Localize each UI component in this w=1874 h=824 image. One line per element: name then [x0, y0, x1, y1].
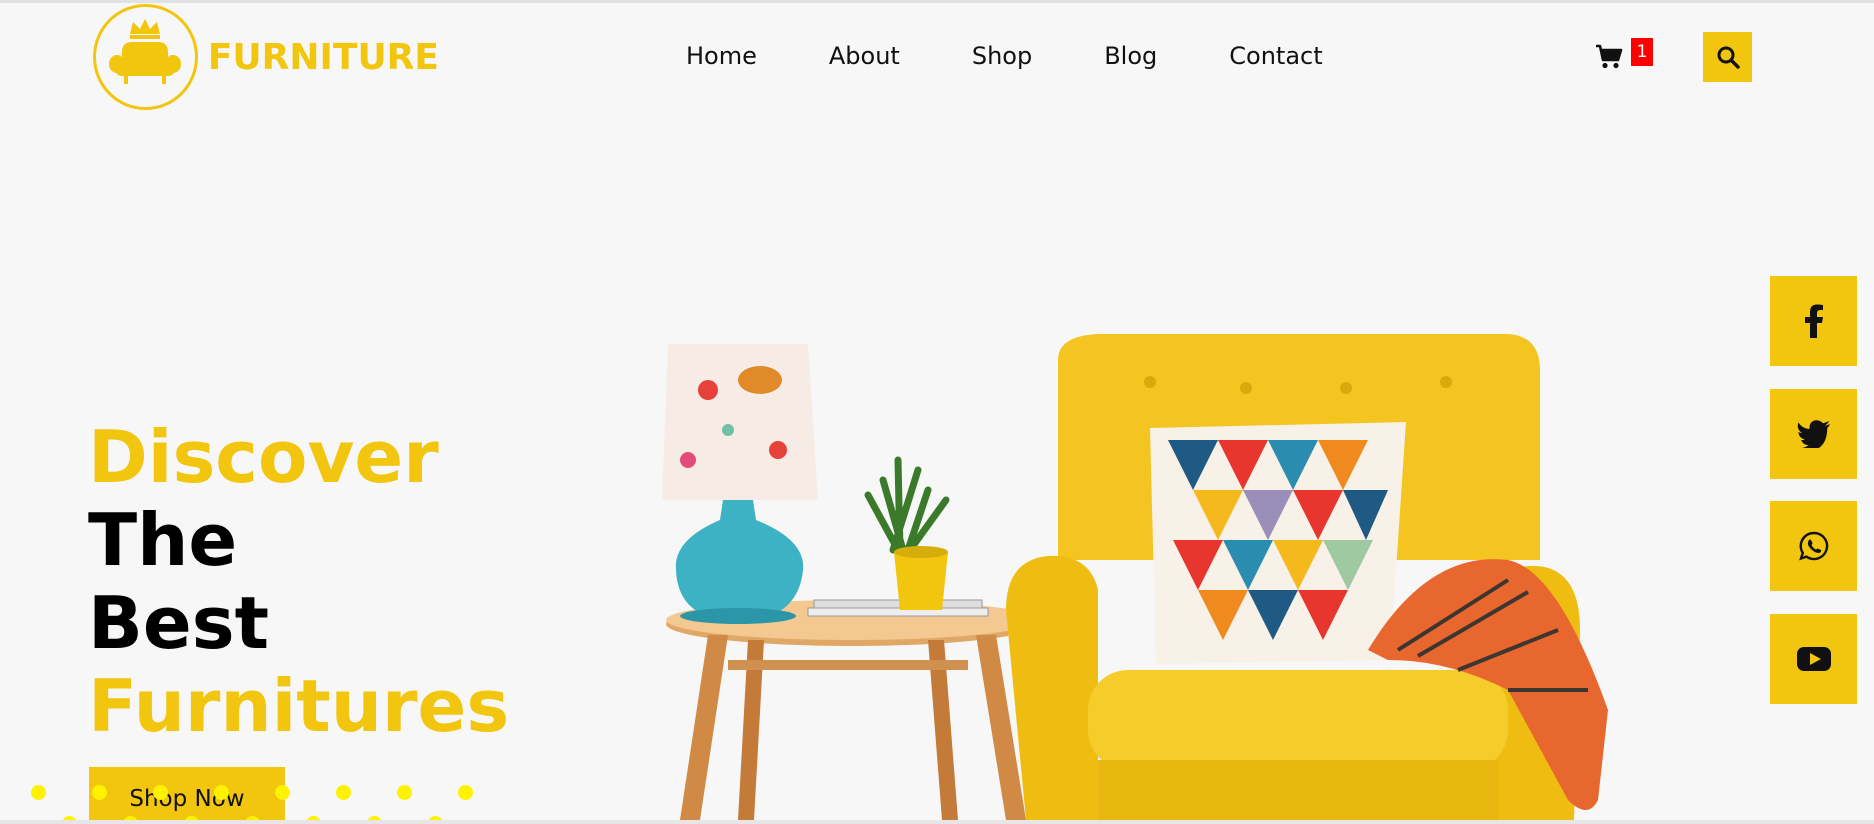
hero-heading: Discover The Best Furnitures [88, 416, 509, 748]
nav-about[interactable]: About [829, 42, 900, 70]
whatsapp-icon [1798, 531, 1828, 561]
facebook-button[interactable] [1770, 276, 1857, 366]
brand-name: FURNITURE [207, 36, 439, 78]
main-nav: Home About Shop Blog Contact [686, 38, 1323, 74]
hero-line-discover: Discover [88, 415, 439, 499]
nav-contact[interactable]: Contact [1229, 42, 1322, 70]
search-button[interactable] [1703, 32, 1752, 82]
bottom-border [0, 820, 1874, 824]
nav-home[interactable]: Home [686, 42, 757, 70]
twitter-button[interactable] [1770, 389, 1857, 479]
facebook-icon [1804, 304, 1823, 338]
hero-line-the: The [88, 498, 238, 582]
potted-plant-illustration [864, 456, 950, 610]
table-lamp-illustration [662, 344, 818, 624]
hero-furniture-image [662, 334, 1608, 820]
cart-button[interactable]: 1 [1595, 38, 1659, 74]
nav-shop[interactable]: Shop [972, 42, 1032, 70]
youtube-button[interactable] [1770, 614, 1857, 704]
armchair-crown-icon [93, 4, 198, 110]
side-table-illustration [666, 600, 1038, 820]
site-logo[interactable]: FURNITURE [93, 3, 439, 111]
hero-line-best: Best [88, 581, 269, 665]
cart-icon [1596, 44, 1623, 69]
hero-line-furnitures: Furnitures [88, 664, 510, 748]
decorative-dots [24, 780, 484, 824]
twitter-icon [1796, 420, 1830, 448]
yellow-armchair-illustration [1006, 334, 1608, 820]
nav-blog[interactable]: Blog [1104, 42, 1157, 70]
youtube-icon [1796, 647, 1831, 671]
whatsapp-button[interactable] [1770, 501, 1857, 591]
cart-count-badge: 1 [1631, 38, 1653, 66]
search-icon [1717, 46, 1740, 69]
